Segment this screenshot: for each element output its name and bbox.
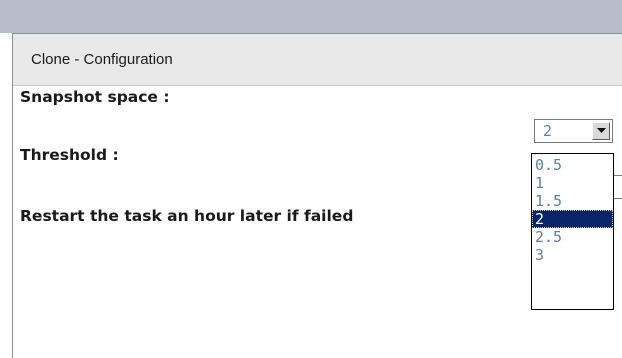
option-2-selected[interactable]: 2 — [532, 210, 613, 228]
option-1[interactable]: 1 — [532, 174, 613, 192]
option-0-5[interactable]: 0.5 — [532, 156, 613, 174]
snapshot-space-label: Snapshot space : — [20, 88, 170, 106]
option-1-5[interactable]: 1.5 — [532, 192, 613, 210]
dropdown-arrow-button[interactable] — [592, 122, 610, 140]
restart-task-label: Restart the task an hour later if failed — [20, 207, 354, 225]
chevron-down-icon — [597, 128, 606, 133]
snapshot-space-options: 0.5 1 1.5 2 2.5 3 — [531, 153, 614, 310]
option-3[interactable]: 3 — [532, 246, 613, 264]
snapshot-space-value: 2 — [543, 122, 553, 140]
option-2-5[interactable]: 2.5 — [532, 228, 613, 246]
panel-header: Clone - Configuration — [13, 34, 622, 86]
config-window: Clone - Configuration Snapshot space : T… — [0, 0, 622, 358]
threshold-label: Threshold : — [20, 146, 119, 164]
snapshot-space-select[interactable]: 2 — [534, 119, 613, 143]
top-bar — [0, 0, 622, 33]
panel-title: Clone - Configuration — [31, 51, 173, 68]
